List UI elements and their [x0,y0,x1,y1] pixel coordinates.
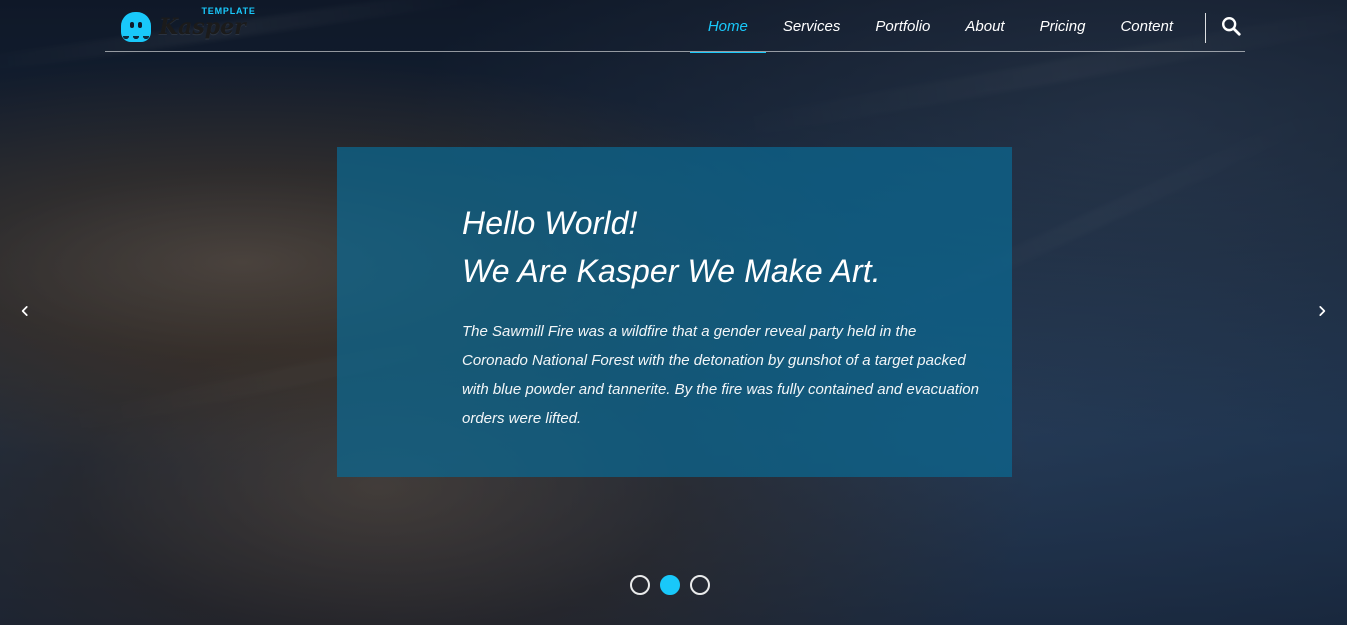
hero-headline-line-1: Hello World! [462,205,638,241]
search-button[interactable] [1217,12,1245,40]
hero-content-inner: Hello World! We Are Kasper We Make Art. … [462,199,982,433]
nav-link-portfolio-label: Portfolio [875,17,931,35]
ghost-logo-icon [121,12,151,42]
carousel-dot-3[interactable] [690,575,710,595]
top-navbar: TEMPLATE Kasper Home Services Portfolio … [105,0,1245,53]
nav-link-pricing[interactable]: Pricing [1038,0,1088,52]
brand-template-label: TEMPLATE [201,6,256,16]
search-icon [1222,17,1241,36]
nav-link-home[interactable]: Home [689,0,766,53]
ghost-logo-bottom [121,36,151,42]
hero-section: TEMPLATE Kasper Home Services Portfolio … [0,0,1347,625]
nav-divider [1205,13,1206,43]
brand-name: Kasper [159,14,246,40]
nav-link-about[interactable]: About [963,0,1006,52]
carousel-dot-1[interactable] [630,575,650,595]
carousel-indicators [630,575,710,595]
hero-headline-line-2: We Are Kasper We Make Art. [462,253,881,289]
chevron-right-icon [1319,306,1326,316]
nav-link-services[interactable]: Services [781,0,843,52]
nav-link-services-label: Services [782,17,841,35]
hero-content-panel: Hello World! We Are Kasper We Make Art. … [337,147,1012,477]
nav-link-content-label: Content [1120,17,1173,35]
brand-text: TEMPLATE Kasper [159,6,255,40]
nav-link-pricing-label: Pricing [1039,17,1086,35]
nav-link-content[interactable]: Content [1118,0,1175,52]
carousel-prev-button[interactable] [14,300,36,322]
carousel-next-button[interactable] [1311,300,1333,322]
hero-headline: Hello World! We Are Kasper We Make Art. [462,199,982,295]
hero-description: The Sawmill Fire was a wildfire that a g… [462,323,979,427]
chevron-left-icon [21,306,28,316]
carousel-dot-2[interactable] [660,575,680,595]
nav-link-about-label: About [965,17,1005,35]
brand-logo[interactable]: TEMPLATE Kasper [121,6,261,46]
nav-link-home-label: Home [707,17,748,35]
nav-link-portfolio[interactable]: Portfolio [873,0,932,52]
nav-links: Home Services Portfolio About Pricing Co… [689,0,1175,53]
